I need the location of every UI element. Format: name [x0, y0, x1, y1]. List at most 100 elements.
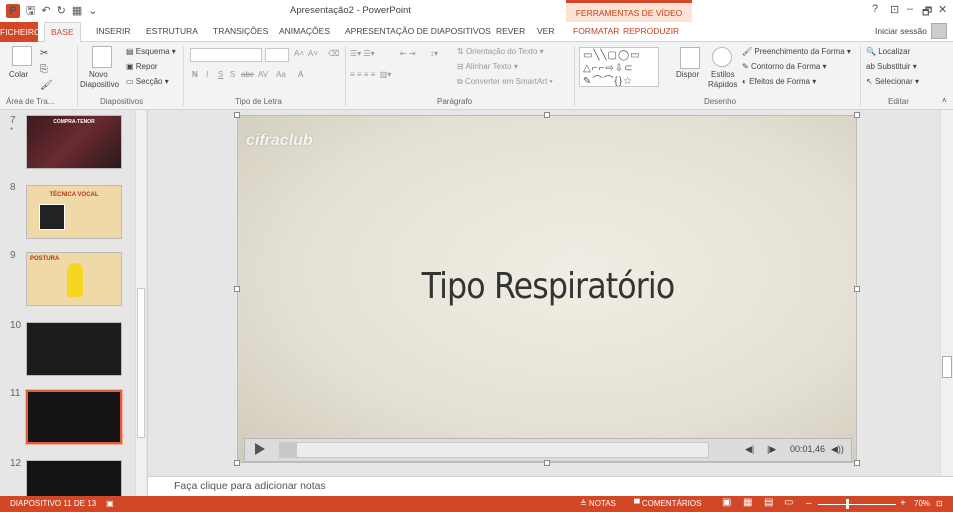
indent-icon[interactable]: ⇤ ⇥ [400, 49, 416, 58]
paste-icon[interactable] [12, 46, 32, 66]
zoom-slider-thumb[interactable] [846, 499, 849, 509]
collapse-ribbon-icon[interactable]: ˄ [942, 96, 947, 105]
shadow-button[interactable]: S [230, 70, 235, 79]
forward-button[interactable]: |▶ [767, 444, 776, 455]
tab-playback[interactable]: REPRODUZIR [623, 26, 679, 36]
cut-icon[interactable]: ✂ [40, 48, 48, 59]
quick-styles-button-2[interactable]: Rápidos [708, 80, 737, 89]
layout-button[interactable]: ▤ Esquema ▾ [126, 47, 176, 56]
tab-transitions[interactable]: TRANSIÇÕES [213, 26, 268, 36]
font-shrink-button[interactable]: A˅ [308, 49, 318, 58]
play-button[interactable] [255, 443, 265, 455]
resize-handle[interactable] [544, 112, 550, 118]
replace-button[interactable]: ab Substituir ▾ [866, 62, 917, 71]
normal-view-icon[interactable]: ▣ [722, 497, 731, 508]
tab-slideshow[interactable]: APRESENTAÇÃO DE DIAPOSITIVOS [345, 26, 491, 36]
font-family-dropdown[interactable] [190, 48, 262, 62]
shape-fill-button[interactable]: 🖌 Preenchimento da Forma ▾ [742, 47, 851, 56]
slide-sorter-icon[interactable]: ▦ [743, 497, 752, 508]
paste-button-label[interactable]: Colar [9, 70, 28, 79]
thumbnails-scroll-thumb[interactable] [137, 288, 145, 438]
ribbon-display-options-button[interactable]: ⊡ [890, 3, 899, 16]
minimize-button[interactable]: – [907, 3, 913, 15]
rewind-button[interactable]: ◀| [745, 444, 754, 455]
close-button[interactable]: ✕ [938, 3, 947, 16]
tab-view[interactable]: VER [537, 26, 554, 36]
tab-review[interactable]: REVER [496, 26, 525, 36]
reset-button[interactable]: ▣ Repor [126, 62, 158, 71]
slide-title[interactable]: Tipo Respiratório [275, 266, 821, 307]
convert-smartart-button[interactable]: ⧉ Converter em SmartArt ▾ [457, 77, 553, 87]
font-size-dropdown[interactable] [265, 48, 289, 62]
customize-qat-icon[interactable]: ⌄ [88, 4, 97, 18]
video-progress-bar[interactable] [279, 442, 709, 458]
resize-handle[interactable] [234, 460, 240, 466]
notes-placeholder[interactable]: Faça clique para adicionar notas [174, 480, 326, 492]
new-slide-label-2[interactable]: Diapositivo [80, 80, 119, 89]
underline-button[interactable]: S [218, 70, 223, 79]
italic-button[interactable]: I [206, 70, 208, 79]
resize-handle[interactable] [854, 286, 860, 292]
slide-thumbnail-11[interactable] [25, 389, 123, 445]
thumbnails-scrollbar[interactable] [135, 110, 146, 496]
avatar[interactable] [931, 23, 947, 39]
slideshow-icon[interactable]: ▭ [784, 497, 793, 508]
tab-insert[interactable]: INSERIR [96, 26, 130, 36]
shape-effects-button[interactable]: ◐ Efeitos de Forma ▾ [742, 77, 816, 86]
tab-animations[interactable]: ANIMAÇÕES [279, 26, 330, 36]
comments-button[interactable]: ▀ COMENTÁRIOS [634, 499, 701, 508]
editor-scrollbar[interactable] [940, 110, 953, 476]
zoom-in-button[interactable]: + [900, 498, 906, 509]
slide-thumbnail-12[interactable] [26, 460, 122, 496]
resize-handle[interactable] [234, 112, 240, 118]
slide-thumbnail-9[interactable]: POSTURA [26, 252, 122, 306]
sign-in-link[interactable]: Iniciar sessão [875, 26, 927, 36]
new-slide-label[interactable]: Novo [89, 70, 108, 79]
undo-icon[interactable]: ↶ [41, 4, 50, 18]
bullets-icon[interactable]: ☰▾ ☰▾ [350, 49, 375, 58]
start-presentation-icon[interactable]: ▦ [72, 4, 82, 18]
clear-formatting-icon[interactable]: ⌫ [328, 49, 339, 58]
editor-scroll-thumb[interactable] [942, 356, 952, 378]
shape-outline-button[interactable]: ✎ Contorno da Forma ▾ [742, 62, 827, 71]
font-color-button[interactable]: A [298, 70, 303, 79]
section-button[interactable]: ▭ Secção ▾ [126, 77, 169, 86]
change-case-button[interactable]: Aa [276, 70, 286, 79]
find-button[interactable]: 🔍 Localizar [866, 47, 910, 56]
quick-styles-icon[interactable] [712, 47, 732, 67]
slide-thumbnail-8[interactable]: TÉCNICA VOCAL [26, 185, 122, 239]
slide-thumbnail-10[interactable] [26, 322, 122, 376]
zoom-slider[interactable] [818, 504, 896, 505]
zoom-out-button[interactable]: – [806, 498, 812, 509]
new-slide-icon[interactable] [92, 46, 112, 68]
align-text-button[interactable]: ⊟ Alinhar Texto ▾ [457, 62, 518, 71]
maximize-button[interactable]: 🗗 [922, 3, 932, 22]
resize-handle[interactable] [234, 286, 240, 292]
tab-design[interactable]: ESTRUTURA [146, 26, 198, 36]
zoom-level[interactable]: 70% [914, 499, 930, 508]
quick-styles-button[interactable]: Estilos [711, 70, 735, 79]
format-painter-icon[interactable]: 🖌 [40, 80, 53, 91]
character-spacing-button[interactable]: AV [258, 70, 268, 79]
save-icon[interactable]: 🖫 [26, 4, 35, 18]
align-icons[interactable]: ≡ ≡ ≡ ≡ ▥▾ [350, 70, 391, 79]
resize-handle[interactable] [854, 112, 860, 118]
fit-to-window-icon[interactable]: ⊡ [936, 499, 943, 508]
current-slide[interactable]: cifraclub Tipo Respiratório ◀| |▶ 00:01,… [237, 115, 857, 463]
volume-button[interactable]: ◀)) [831, 444, 844, 455]
resize-handle[interactable] [854, 460, 860, 466]
font-grow-button[interactable]: A˄ [294, 49, 304, 58]
strikethrough-button[interactable]: abc [241, 70, 254, 79]
slide-thumbnail-7[interactable]: COMPRA-TENOR [26, 115, 122, 169]
spellcheck-icon[interactable]: ▣ [106, 499, 114, 508]
arrange-button[interactable]: Dispor [676, 70, 699, 79]
tab-format[interactable]: FORMATAR [573, 26, 619, 36]
tab-home[interactable]: BASE [44, 22, 81, 42]
shapes-gallery[interactable]: ▭╲╲▢◯▭ △⌐⌐⇨⇩⊂ ✎⌒⌒{}☆ [579, 47, 659, 87]
reading-view-icon[interactable]: ▤ [764, 497, 773, 508]
bold-button[interactable]: N [192, 70, 198, 79]
tab-file[interactable]: FICHEIRO [0, 22, 41, 42]
text-direction-button[interactable]: ⇅ Orientação do Texto ▾ [457, 47, 544, 56]
copy-icon[interactable]: ⎘ [40, 64, 48, 75]
resize-handle[interactable] [544, 460, 550, 466]
